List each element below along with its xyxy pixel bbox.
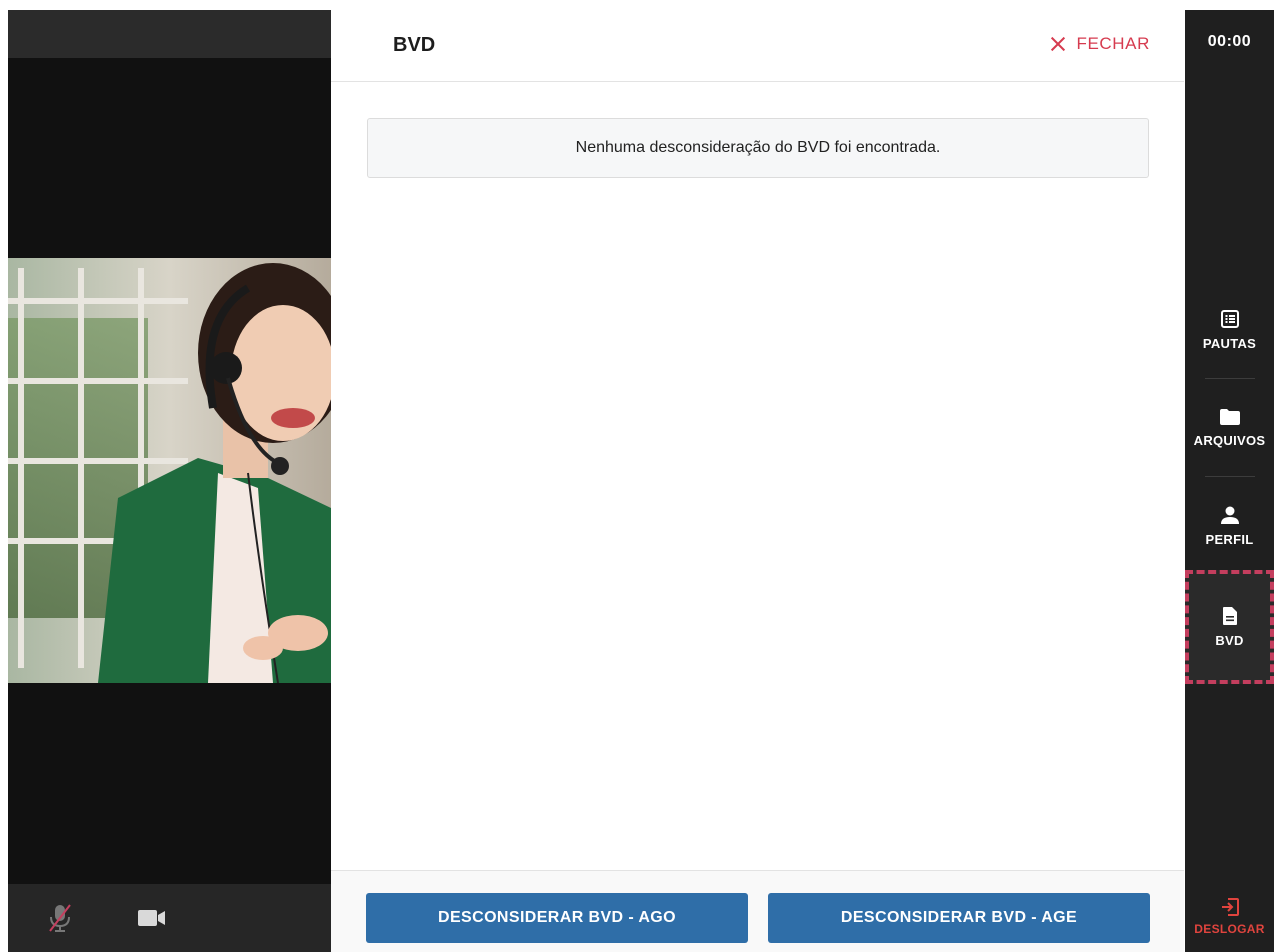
nav-divider <box>1205 476 1255 477</box>
logout-button[interactable]: DESLOGAR <box>1185 882 1274 952</box>
logout-label: DESLOGAR <box>1194 922 1265 936</box>
close-icon <box>1049 35 1067 53</box>
video-top-bar <box>8 10 331 58</box>
bvd-panel: BVD FECHAR Nenhuma desconsideração do BV… <box>331 10 1184 952</box>
nav-item-bvd[interactable]: BVD <box>1185 570 1274 684</box>
nav-item-pautas[interactable]: PAUTAS <box>1185 282 1274 378</box>
close-label: FECHAR <box>1076 34 1150 53</box>
list-icon <box>1220 309 1239 328</box>
app-root: BVD FECHAR Nenhuma desconsideração do BV… <box>0 0 1274 952</box>
mic-muted-icon <box>49 904 71 932</box>
nav-item-arquivos[interactable]: ARQUIVOS <box>1185 380 1274 476</box>
logout-icon <box>1221 898 1239 916</box>
participant-video-image <box>8 258 331 683</box>
panel-title: BVD <box>393 34 436 56</box>
session-timer: 00:00 <box>1207 33 1252 50</box>
empty-state-message: Nenhuma desconsideração do BVD foi encon… <box>367 118 1149 178</box>
participant-video <box>8 258 331 683</box>
nav-divider <box>1205 378 1255 379</box>
nav-label-perfil: PERFIL <box>1205 531 1254 547</box>
person-icon <box>1220 506 1239 524</box>
disregard-bvd-age-button[interactable]: DESCONSIDERAR BVD - AGE <box>768 893 1150 943</box>
close-button[interactable]: FECHAR <box>1049 34 1151 54</box>
document-icon <box>1222 606 1237 625</box>
nav-label-bvd: BVD <box>1215 632 1244 648</box>
camera-button[interactable] <box>132 898 172 938</box>
video-panel <box>8 10 331 952</box>
disregard-bvd-ago-button[interactable]: DESCONSIDERAR BVD - AGO <box>366 893 748 943</box>
camera-icon <box>138 910 165 926</box>
folder-icon <box>1219 408 1240 425</box>
panel-footer: DESCONSIDERAR BVD - AGO DESCONSIDERAR BV… <box>331 870 1184 952</box>
side-nav: 00:00 PAUTAS ARQUIVOS PERFIL BVD DESLOGA… <box>1185 10 1274 952</box>
mute-mic-button[interactable] <box>40 898 80 938</box>
nav-label-arquivos: ARQUIVOS <box>1193 432 1266 448</box>
nav-label-pautas: PAUTAS <box>1202 335 1257 351</box>
nav-item-perfil[interactable]: PERFIL <box>1185 478 1274 574</box>
panel-header: BVD FECHAR <box>331 10 1184 82</box>
video-controls <box>8 884 331 952</box>
